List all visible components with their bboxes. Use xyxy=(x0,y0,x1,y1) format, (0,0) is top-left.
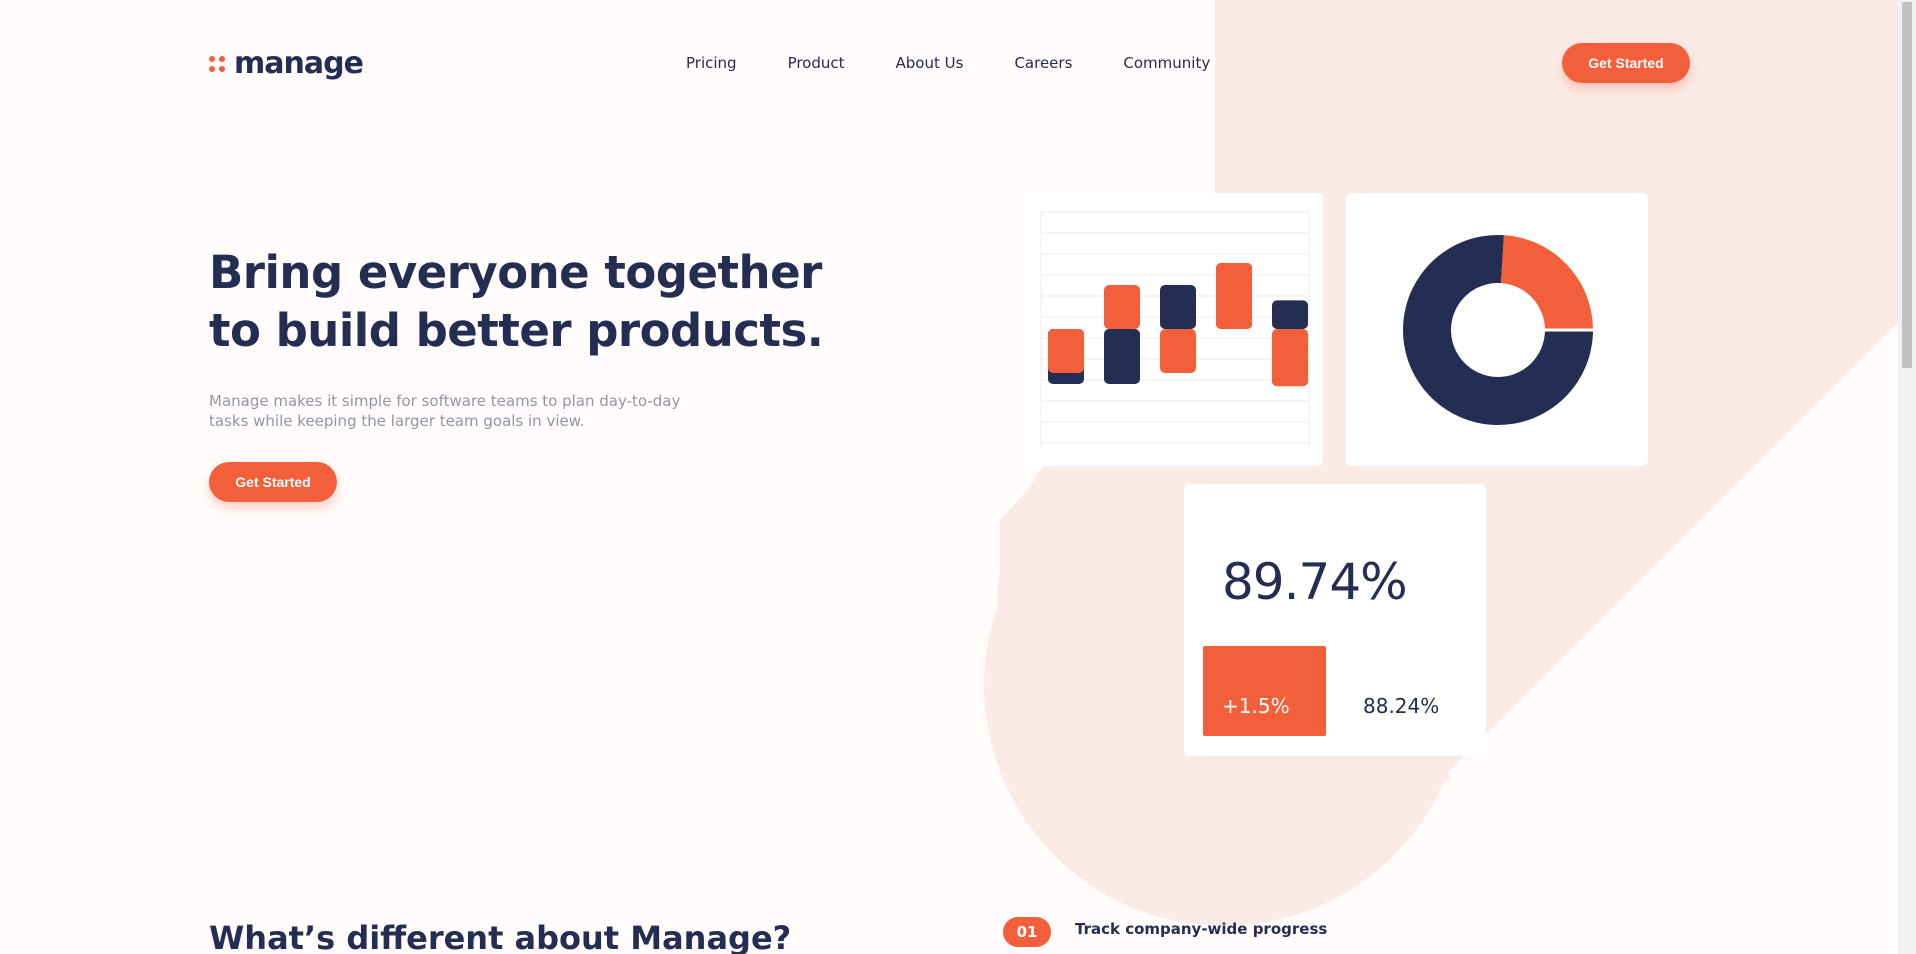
donut-slice-2 xyxy=(1500,235,1593,330)
feature-number-badge: 01 xyxy=(1003,917,1051,947)
donut-chart xyxy=(1403,235,1595,425)
bar-chart xyxy=(1040,211,1310,446)
nav-item-about-us[interactable]: About Us xyxy=(896,52,964,74)
hero-title: Bring everyone together to build better … xyxy=(209,244,829,360)
main-nav: Pricing Product About Us Careers Communi… xyxy=(686,52,1261,74)
hero-title-line-2: to build better products. xyxy=(209,304,824,357)
bar-2-series-2 xyxy=(1104,285,1140,329)
main-percentage: 89.74% xyxy=(1222,553,1408,611)
hero-description: Manage makes it simple for software team… xyxy=(209,391,699,431)
logo-mark-icon xyxy=(209,56,225,72)
page-scrollbar[interactable] xyxy=(1898,0,1916,954)
bar-3-series-1 xyxy=(1160,285,1196,329)
landing-page: manage Pricing Product About Us Careers … xyxy=(0,0,1916,954)
logo[interactable]: manage xyxy=(209,46,364,81)
bar-1-series-2 xyxy=(1048,329,1084,373)
stats-card: 89.74% +1.5% 88.24% xyxy=(1184,484,1486,756)
section-title: What’s different about Manage? xyxy=(209,919,792,954)
scrollbar-thumb[interactable] xyxy=(1902,2,1912,368)
bar-4-series-2 xyxy=(1216,263,1252,329)
bar-5-series-2 xyxy=(1272,329,1308,387)
secondary-percentage: 88.24% xyxy=(1363,694,1440,718)
change-badge: +1.5% xyxy=(1203,646,1326,736)
nav-item-community[interactable]: Community xyxy=(1123,52,1210,74)
bar-chart-card xyxy=(1022,193,1323,466)
bar-3-series-2 xyxy=(1160,329,1196,373)
hero-title-line-1: Bring everyone together xyxy=(209,246,822,299)
bar-5-series-1 xyxy=(1272,300,1308,329)
bar-2-series-1 xyxy=(1104,329,1140,384)
nav-item-product[interactable]: Product xyxy=(788,52,845,74)
nav-item-careers[interactable]: Careers xyxy=(1014,52,1072,74)
hero-description-line-1: Manage makes it simple for software team… xyxy=(209,392,681,410)
feature-title: Track company-wide progress xyxy=(1075,920,1328,938)
logo-text: manage xyxy=(234,46,364,81)
hero-description-line-2: tasks while keeping the larger team goal… xyxy=(209,412,585,430)
donut-chart-card xyxy=(1346,193,1648,466)
header-get-started-button[interactable]: Get Started xyxy=(1562,43,1690,83)
hero-get-started-button[interactable]: Get Started xyxy=(209,462,337,502)
nav-item-pricing[interactable]: Pricing xyxy=(686,52,737,74)
change-value: +1.5% xyxy=(1222,694,1290,718)
